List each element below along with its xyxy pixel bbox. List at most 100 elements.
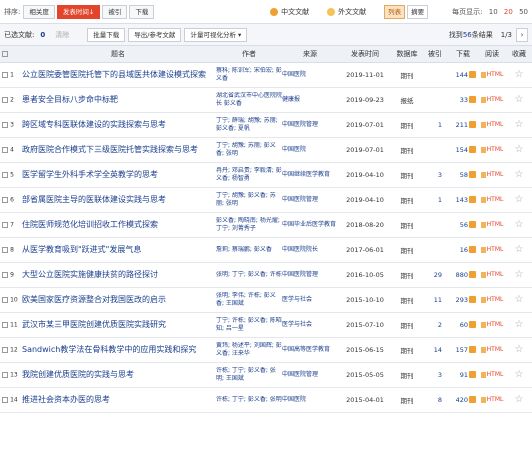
clear-selection-link[interactable]: 清除 [55, 30, 69, 40]
authors[interactable]: 丁宁; 薛瑞; 胡豫; 苏丽; 彭义香; 夏帆 [216, 117, 282, 133]
favorite-star-icon[interactable]: ☆ [506, 237, 532, 263]
authors[interactable]: 许栋; 丁宁; 彭义香; 张明; 王国斌 [216, 367, 282, 383]
read-html-link[interactable]: HTML [478, 312, 506, 338]
lang-foreign-toggle[interactable]: 外文文献 [327, 7, 366, 17]
cited-count[interactable] [422, 62, 448, 88]
cited-count[interactable]: 8 [422, 387, 448, 413]
source-link[interactable]: 中国毕业后医学教育 [282, 221, 338, 229]
cited-count[interactable]: 29 [422, 262, 448, 288]
article-title-link[interactable]: 武汉市某三甲医院创建优质医院实践研究 [20, 319, 216, 330]
download-cell[interactable]: 154 [448, 137, 478, 163]
favorite-star-icon[interactable]: ☆ [506, 62, 532, 88]
visualize-dropdown[interactable]: 计量可视化分析 ▾ [184, 27, 248, 42]
cited-count[interactable] [422, 87, 448, 113]
download-cell[interactable]: 58 [448, 162, 478, 188]
source-link[interactable]: 中国医院院长 [282, 246, 338, 254]
row-select[interactable]: 5 [0, 162, 20, 188]
download-icon[interactable] [469, 321, 476, 328]
authors[interactable]: 丁宁; 许栋; 彭义香; 陈昭知; 吕一星 [216, 317, 282, 333]
row-select[interactable]: 4 [0, 137, 20, 163]
article-title-link[interactable]: 推进社会资本办医的思考 [20, 394, 216, 405]
row-select[interactable]: 10 [0, 287, 20, 313]
article-title-link[interactable]: 医学留学生外科手术学全英教学的思考 [20, 169, 216, 180]
download-cell[interactable]: 144 [448, 62, 478, 88]
read-html-link[interactable]: HTML [478, 287, 506, 313]
row-select[interactable]: 11 [0, 312, 20, 338]
article-title-link[interactable]: 住院医师规范化培训招收工作模式探索 [20, 219, 216, 230]
row-select[interactable]: 1 [0, 62, 20, 88]
read-html-link[interactable]: HTML [478, 262, 506, 288]
download-icon[interactable] [469, 371, 476, 378]
download-icon[interactable] [469, 196, 476, 203]
source-link[interactable]: 中国继续医学教育 [282, 171, 338, 179]
article-title-link[interactable]: 部省属医院主导的医联体建设实践与思考 [20, 194, 216, 205]
cited-count[interactable]: 3 [422, 362, 448, 388]
row-select[interactable]: 6 [0, 187, 20, 213]
download-icon[interactable] [469, 71, 476, 78]
read-html-link[interactable]: HTML [478, 362, 506, 388]
authors[interactable]: 湖北省武汉市中心医院院长 彭义香 [216, 92, 282, 108]
authors[interactable]: 黄玮; 杨述平; 刘国辉; 彭义香; 汪来华 [216, 342, 282, 358]
download-cell[interactable]: 91 [448, 362, 478, 388]
favorite-star-icon[interactable]: ☆ [506, 212, 532, 238]
row-select[interactable]: 12 [0, 337, 20, 363]
sort-download[interactable]: 下载 [129, 4, 155, 19]
download-icon[interactable] [469, 96, 476, 103]
cited-count[interactable] [422, 212, 448, 238]
authors[interactable]: 蔡科; 陈训军; 宋伯宏; 彭义香 [216, 67, 282, 83]
favorite-star-icon[interactable]: ☆ [506, 312, 532, 338]
read-html-link[interactable]: HTML [478, 237, 506, 263]
cited-count[interactable]: 14 [422, 337, 448, 363]
cited-count[interactable] [422, 137, 448, 163]
download-icon[interactable] [469, 246, 476, 253]
favorite-star-icon[interactable]: ☆ [506, 87, 532, 113]
row-select[interactable]: 7 [0, 212, 20, 238]
batch-download-button[interactable]: 批量下载 [87, 27, 126, 42]
favorite-star-icon[interactable]: ☆ [506, 387, 532, 413]
article-title-link[interactable]: 政府医院合作模式下三级医院托管实践探索与思考 [20, 144, 216, 155]
cited-count[interactable]: 3 [422, 162, 448, 188]
download-cell[interactable]: 293 [448, 287, 478, 313]
favorite-star-icon[interactable]: ☆ [506, 287, 532, 313]
favorite-star-icon[interactable]: ☆ [506, 112, 532, 138]
next-page-button[interactable]: › [516, 27, 528, 42]
source-link[interactable]: 医学与社会 [282, 296, 338, 304]
row-select[interactable]: 2 [0, 87, 20, 113]
authors[interactable]: 张明; 丁宁; 彭义香; 许栋 [216, 271, 282, 279]
select-all-checkbox[interactable] [0, 46, 20, 63]
authors[interactable]: 丁宁; 胡豫; 彭义香; 苏丽; 张明 [216, 192, 282, 208]
download-icon[interactable] [469, 121, 476, 128]
download-icon[interactable] [469, 171, 476, 178]
download-cell[interactable]: 157 [448, 337, 478, 363]
download-icon[interactable] [469, 271, 476, 278]
download-icon[interactable] [469, 296, 476, 303]
row-select[interactable]: 3 [0, 112, 20, 138]
download-icon[interactable] [469, 146, 476, 153]
favorite-star-icon[interactable]: ☆ [506, 362, 532, 388]
favorite-star-icon[interactable]: ☆ [506, 137, 532, 163]
article-title-link[interactable]: 跨区域专科医联体建设的实践探索与思考 [20, 119, 216, 130]
download-cell[interactable]: 143 [448, 187, 478, 213]
source-link[interactable]: 健康报 [282, 96, 338, 104]
download-cell[interactable]: 60 [448, 312, 478, 338]
download-cell[interactable]: 33 [448, 87, 478, 113]
article-title-link[interactable]: 公立医院委管医院托管下的县域医共体建设模式探索 [20, 69, 216, 80]
cited-count[interactable]: 1 [422, 187, 448, 213]
sort-cited[interactable]: 被引 [102, 4, 128, 19]
download-cell[interactable]: 420 [448, 387, 478, 413]
source-link[interactable]: 中国医院管理 [282, 196, 338, 204]
download-cell[interactable]: 56 [448, 212, 478, 238]
per-page-10[interactable]: 10 [489, 8, 498, 16]
authors[interactable]: 冉丹; 邓启贵; 李毅清; 彭义香; 杨智勇 [216, 167, 282, 183]
article-title-link[interactable]: 欧美国家医疗资源整合对我国医改的启示 [20, 294, 216, 305]
download-cell[interactable]: 16 [448, 237, 478, 263]
download-cell[interactable]: 211 [448, 112, 478, 138]
source-link[interactable]: 中国医院 [282, 146, 338, 154]
favorite-star-icon[interactable]: ☆ [506, 337, 532, 363]
source-link[interactable]: 中国医院 [282, 396, 338, 404]
source-link[interactable]: 中国医院 [282, 71, 338, 79]
article-title-link[interactable]: 从医学教育吸到"跃进式"发展气息 [20, 244, 216, 255]
download-cell[interactable]: 880 [448, 262, 478, 288]
source-link[interactable]: 中国高等医学教育 [282, 346, 338, 354]
authors[interactable]: 丁宁; 胡豫; 苏丽; 彭义香; 张明 [216, 142, 282, 158]
